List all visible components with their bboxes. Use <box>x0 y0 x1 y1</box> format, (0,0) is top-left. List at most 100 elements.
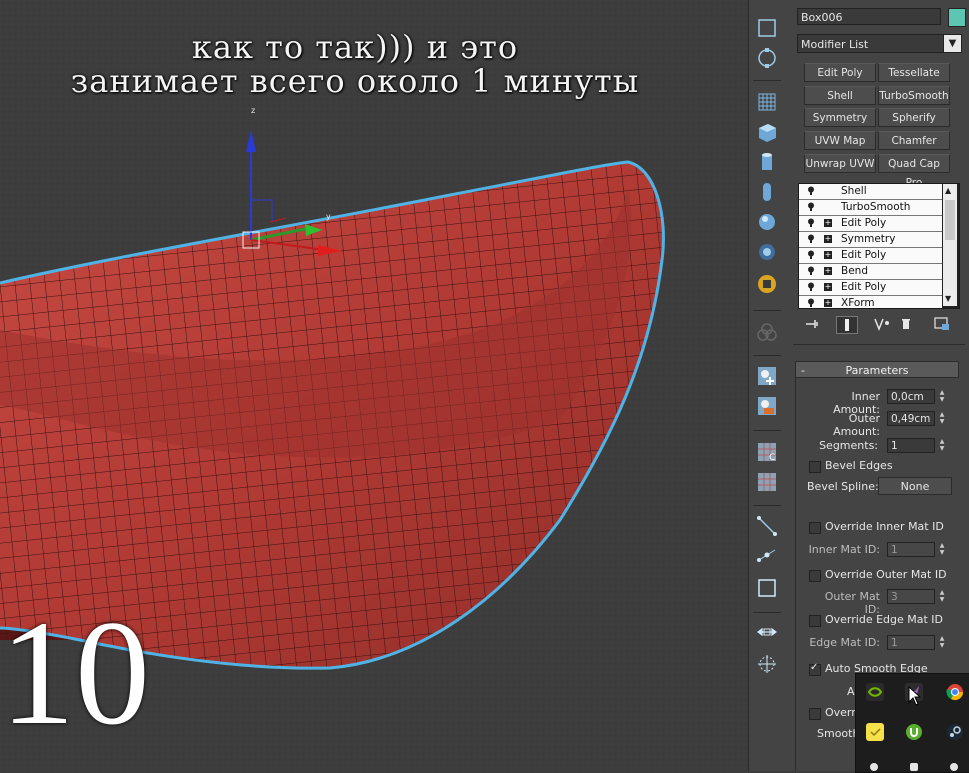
override-outer-mat-id-checkbox[interactable] <box>809 570 821 582</box>
lightbulb-icon[interactable] <box>807 282 815 291</box>
override-edge-mat-id-checkbox[interactable] <box>809 615 821 627</box>
perspective-viewport[interactable]: как то так))) и это занимает всего около… <box>0 0 748 771</box>
move-icon[interactable] <box>754 620 780 644</box>
outer-mat-id-spinner[interactable]: 3 <box>887 589 935 604</box>
modifier-button-uvw-map[interactable]: UVW Map <box>804 131 876 150</box>
cylinder-icon[interactable] <box>754 150 780 174</box>
lightbulb-icon[interactable] <box>807 202 815 211</box>
caption-line-2: занимает всего около 1 минуты <box>70 62 640 100</box>
tray-partial-icon[interactable] <box>950 763 958 771</box>
expand-icon[interactable]: + <box>824 251 832 259</box>
sphere-icon[interactable] <box>754 210 780 234</box>
make-unique-icon[interactable] <box>872 316 892 332</box>
tray-partial-icon[interactable] <box>870 763 878 771</box>
spinner-arrows-icon[interactable]: ▲ ▼ <box>937 389 947 404</box>
outer-amount-label: Outer Amount: <box>833 412 880 438</box>
modifier-stack[interactable]: Shell TurboSmooth + Edit Poly + Symmetry… <box>798 183 960 309</box>
remove-modifier-icon[interactable] <box>896 316 916 332</box>
capsule-icon[interactable] <box>754 180 780 204</box>
bevel-spline-pick-button[interactable]: None <box>878 477 952 495</box>
configure-modifier-sets-icon[interactable] <box>932 316 952 332</box>
modifier-button-turbosmooth[interactable]: TurboSmooth <box>878 86 950 105</box>
modifier-button-spherify[interactable]: Spherify <box>878 108 950 127</box>
nvidia-icon[interactable] <box>866 683 884 701</box>
expand-icon[interactable]: + <box>824 299 832 307</box>
show-end-result-icon[interactable] <box>836 316 858 334</box>
spinner-arrows-icon[interactable]: ▲ ▼ <box>937 589 947 604</box>
rings-icon[interactable] <box>754 320 780 344</box>
grid-icon[interactable] <box>754 90 780 114</box>
steam-icon[interactable] <box>946 723 964 741</box>
lightbulb-icon[interactable] <box>807 234 815 243</box>
separator <box>793 344 965 345</box>
bevel-edges-checkbox[interactable] <box>809 461 821 473</box>
pivot-icon[interactable] <box>754 652 780 676</box>
edge-mat-id-spinner[interactable]: 1 <box>887 635 935 650</box>
sticky-notes-icon[interactable] <box>866 723 884 741</box>
stack-item-edit-poly[interactable]: + Edit Poly <box>799 280 942 296</box>
detach-icon[interactable] <box>754 394 780 418</box>
stack-item-edit-poly[interactable]: + Edit Poly <box>799 248 942 264</box>
modifier-button-tessellate[interactable]: Tessellate <box>878 63 950 82</box>
lightbulb-icon[interactable] <box>807 218 815 227</box>
expand-icon[interactable]: + <box>824 267 832 275</box>
stack-item-symmetry[interactable]: + Symmetry <box>799 232 942 248</box>
parameters-rollout-header[interactable]: - Parameters <box>795 361 959 378</box>
modifier-button-shell[interactable]: Shell <box>804 86 876 105</box>
angle-label: A <box>847 685 855 698</box>
spinner-arrows-icon[interactable]: ▲ ▼ <box>937 438 947 453</box>
expand-icon[interactable]: + <box>824 235 832 243</box>
segments-spinner[interactable]: 1 <box>887 438 935 453</box>
object-color-swatch[interactable] <box>948 8 966 27</box>
stack-item-edit-poly[interactable]: + Edit Poly <box>799 216 942 232</box>
collapse-icon[interactable]: - <box>801 362 805 379</box>
chrome-icon[interactable] <box>946 683 964 701</box>
select-rectangle-icon[interactable] <box>754 16 780 40</box>
scrollbar-thumb[interactable] <box>945 200 955 240</box>
tray-partial-icon[interactable] <box>910 763 918 771</box>
auto-smooth-edge-checkbox[interactable] <box>809 662 821 676</box>
override-smoothing-checkbox[interactable] <box>809 708 821 720</box>
modifier-button-quad-cap-pro[interactable]: Quad Cap Pro <box>878 154 950 189</box>
modifier-button-chamfer[interactable]: Chamfer <box>878 131 950 150</box>
vertex-icon[interactable] <box>754 544 780 568</box>
stack-scrollbar[interactable]: ▲ ▼ <box>943 184 957 306</box>
expand-icon[interactable]: + <box>824 219 832 227</box>
chevron-down-icon[interactable]: ▼ <box>943 35 961 52</box>
inner-amount-spinner[interactable]: 0,0cm <box>887 389 935 404</box>
pin-stack-icon[interactable] <box>803 316 823 332</box>
stack-item-shell[interactable]: Shell <box>799 184 942 200</box>
helper-icon[interactable] <box>754 272 780 296</box>
svg-text:C: C <box>769 453 775 463</box>
border-icon[interactable] <box>754 576 780 600</box>
paint-deform-icon[interactable] <box>754 470 780 494</box>
select-circle-icon[interactable] <box>754 46 780 70</box>
stack-item-bend[interactable]: + Bend <box>799 264 942 280</box>
lightbulb-icon[interactable] <box>807 186 815 195</box>
object-name-field[interactable]: Box006 <box>797 8 941 25</box>
attach-icon[interactable] <box>754 364 780 388</box>
geosphere-icon[interactable] <box>754 240 780 264</box>
modifier-list-dropdown[interactable]: Modifier List ▼ <box>797 34 962 53</box>
stack-item-xform[interactable]: + XForm <box>799 296 942 308</box>
expand-icon[interactable]: + <box>824 283 832 291</box>
lightbulb-icon[interactable] <box>807 298 815 307</box>
scroll-down-icon[interactable]: ▼ <box>945 294 951 303</box>
lightbulb-icon[interactable] <box>807 266 815 275</box>
override-inner-mat-id-checkbox[interactable] <box>809 522 821 534</box>
scroll-up-icon[interactable]: ▲ <box>945 186 951 195</box>
modifier-button-edit-poly[interactable]: Edit Poly <box>804 63 876 82</box>
spinner-arrows-icon[interactable]: ▲ ▼ <box>937 542 947 557</box>
spinner-arrows-icon[interactable]: ▲ ▼ <box>937 411 947 426</box>
inner-mat-id-spinner[interactable]: 1 <box>887 542 935 557</box>
collapse-stack-icon[interactable]: C <box>754 440 780 464</box>
modifier-button-unwrap-uvw[interactable]: Unwrap UVW <box>804 154 876 173</box>
modifier-button-symmetry[interactable]: Symmetry <box>804 108 876 127</box>
utorrent-icon[interactable] <box>905 723 923 741</box>
edge-icon[interactable] <box>754 514 780 538</box>
spinner-arrows-icon[interactable]: ▲ ▼ <box>937 635 947 650</box>
lightbulb-icon[interactable] <box>807 250 815 259</box>
box-primitive-icon[interactable] <box>754 120 780 144</box>
outer-amount-spinner[interactable]: 0,49cm <box>887 411 935 426</box>
stack-item-turbosmooth[interactable]: TurboSmooth <box>799 200 942 216</box>
